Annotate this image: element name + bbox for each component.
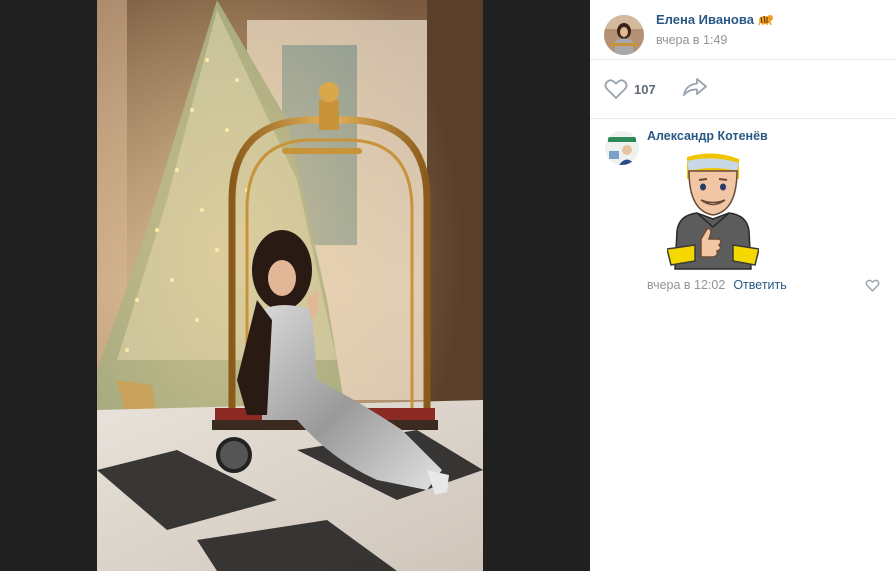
author-avatar[interactable]: [604, 14, 644, 55]
photo-area[interactable]: [0, 0, 590, 571]
comment-footer: вчера в 12:02 Ответить: [647, 278, 896, 292]
comment-like-button[interactable]: [865, 279, 880, 295]
photo-illustration: [97, 0, 483, 571]
tiger-emoji-icon: [758, 14, 773, 25]
comment-sticker: [666, 153, 760, 273]
post-time[interactable]: вчера в 1:49: [656, 33, 773, 47]
share-icon: [682, 77, 707, 96]
share-button[interactable]: [682, 77, 708, 102]
author-name-row: Елена Иванова: [656, 12, 773, 27]
sticker-image: [666, 153, 760, 270]
author-info: Елена Иванова вчера в 1:49: [656, 12, 773, 47]
post-sidebar: Елена Иванова вчера в 1:49 107 Александр…: [590, 0, 896, 571]
reply-button[interactable]: Ответить: [733, 278, 786, 292]
heart-icon: [604, 79, 628, 99]
post-photo[interactable]: [97, 0, 483, 571]
photo-viewer: Елена Иванова вчера в 1:49 107 Александр…: [0, 0, 896, 571]
like-count: 107: [634, 81, 656, 97]
comment-item: Александр Котенёв вчера в 12:02 Ответить: [590, 119, 896, 292]
post-author: Елена Иванова вчера в 1:49: [590, 0, 896, 60]
heart-icon: [865, 279, 880, 292]
commenter-avatar[interactable]: [605, 131, 639, 165]
comment-time[interactable]: вчера в 12:02: [647, 278, 725, 292]
comment-body: Александр Котенёв вчера в 12:02 Ответить: [647, 129, 896, 292]
post-actions: 107: [590, 60, 896, 119]
like-button[interactable]: 107: [604, 78, 656, 100]
comment-author[interactable]: Александр Котенёв: [647, 129, 896, 143]
author-name[interactable]: Елена Иванова: [656, 12, 754, 27]
commenter-avatar-image: [605, 131, 639, 165]
author-avatar-image: [604, 14, 644, 55]
